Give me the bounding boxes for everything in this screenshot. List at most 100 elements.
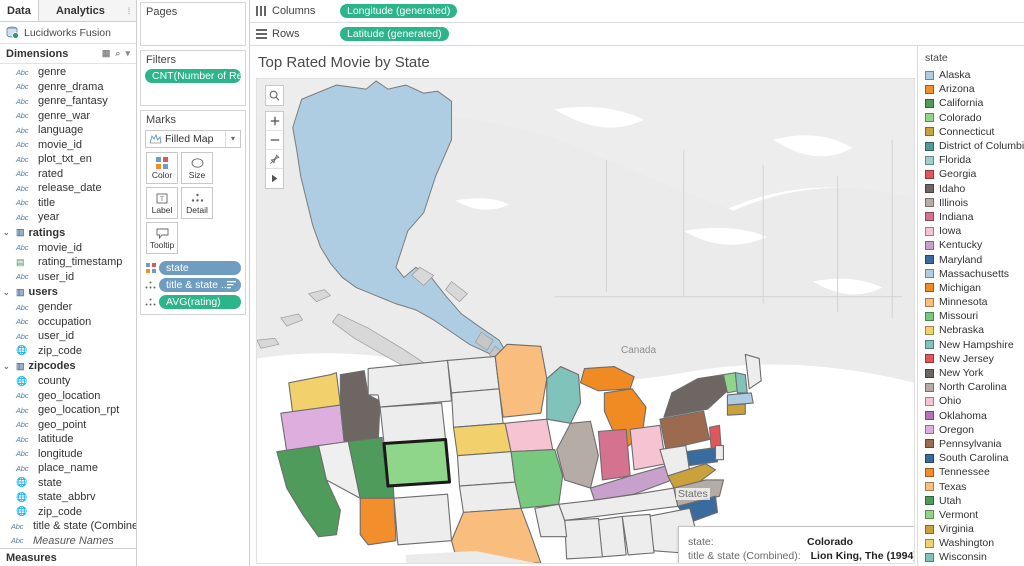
field-rating-timestamp[interactable]: ▤ rating_timestamp	[0, 255, 136, 270]
pin-icon[interactable]	[266, 150, 283, 169]
field-gender[interactable]: Abc gender	[0, 300, 136, 315]
color-button[interactable]: Color	[146, 152, 178, 184]
legend-item[interactable]: Tennessee	[918, 465, 1024, 479]
legend-item[interactable]: Georgia	[918, 167, 1024, 181]
label-button[interactable]: T Label	[146, 187, 178, 219]
legend-item[interactable]: Ohio	[918, 394, 1024, 408]
field-movie-id[interactable]: Abc movie_id	[0, 138, 136, 153]
legend-item[interactable]: Utah	[918, 494, 1024, 508]
legend-item[interactable]: Washington	[918, 536, 1024, 550]
size-button[interactable]: Size	[181, 152, 213, 184]
legend-item[interactable]: Oklahoma	[918, 409, 1024, 423]
chevron-down-icon[interactable]: ⌄	[3, 288, 12, 297]
field-zip-code[interactable]: 🌐 zip_code	[0, 505, 136, 520]
legend-item[interactable]: Connecticut	[918, 125, 1024, 139]
legend-item[interactable]: New Hampshire	[918, 338, 1024, 352]
expand-icon[interactable]	[266, 169, 283, 188]
field-state[interactable]: 🌐 state	[0, 476, 136, 491]
legend-item[interactable]: Indiana	[918, 210, 1024, 224]
columns-shelf[interactable]: Columns Longitude (generated)	[250, 0, 1024, 23]
legend-item[interactable]: Texas	[918, 479, 1024, 493]
marks-pill[interactable]: state	[159, 261, 241, 275]
detail-button[interactable]: Detail	[181, 187, 213, 219]
legend-item[interactable]: Idaho	[918, 182, 1024, 196]
marks-pill[interactable]: title & state ..	[159, 278, 241, 292]
legend-item[interactable]: New Jersey	[918, 352, 1024, 366]
legend-item[interactable]: Alaska	[918, 68, 1024, 82]
map-search-icon[interactable]	[266, 86, 283, 105]
legend-item[interactable]: Iowa	[918, 224, 1024, 238]
chevron-down-icon[interactable]: ⌄	[3, 228, 12, 237]
tooltip-button[interactable]: Tooltip	[146, 222, 178, 254]
field-zip-code[interactable]: 🌐 zip_code	[0, 344, 136, 359]
legend-item[interactable]: Florida	[918, 153, 1024, 167]
datasource-row[interactable]: Lucidworks Fusion	[0, 22, 136, 44]
legend-item[interactable]: Arizona	[918, 82, 1024, 96]
chevron-down-icon[interactable]: ⌄	[3, 362, 12, 371]
pill-longitude-generated[interactable]: Longitude (generated)	[340, 4, 458, 18]
legend-item[interactable]: Colorado	[918, 111, 1024, 125]
field-title[interactable]: Abc title	[0, 196, 136, 211]
tab-analytics[interactable]: Analytics	[39, 0, 122, 21]
field-language[interactable]: Abc language	[0, 123, 136, 138]
field-movie-id[interactable]: Abc movie_id	[0, 241, 136, 256]
field-genre-fantasy[interactable]: Abc genre_fantasy	[0, 94, 136, 109]
legend-item[interactable]: Nebraska	[918, 323, 1024, 337]
pane-options-icon[interactable]: ⁞	[122, 0, 136, 21]
field-title-state-combined-[interactable]: Abc title & state (Combined)	[0, 519, 136, 534]
field-place-name[interactable]: Abc place_name	[0, 461, 136, 476]
legend-item[interactable]: Oregon	[918, 423, 1024, 437]
field-group-zipcodes[interactable]: ⌄ ▥ zipcodes	[0, 358, 136, 374]
field-genre-war[interactable]: Abc genre_war	[0, 109, 136, 124]
legend-item[interactable]: Vermont	[918, 508, 1024, 522]
field-user-id[interactable]: Abc user_id	[0, 270, 136, 285]
legend-item[interactable]: Virginia	[918, 522, 1024, 536]
field-latitude[interactable]: Abc latitude	[0, 432, 136, 447]
legend-item[interactable]: North Carolina	[918, 380, 1024, 394]
grid-view-icon[interactable]: ▦	[102, 48, 111, 59]
field-state-abbrv[interactable]: 🌐 state_abbrv	[0, 490, 136, 505]
field-rated[interactable]: Abc rated	[0, 167, 136, 182]
field-plot-txt-en[interactable]: Abc plot_txt_en	[0, 152, 136, 167]
field-group-ratings[interactable]: ⌄ ▥ ratings	[0, 225, 136, 241]
marks-pill[interactable]: AVG(rating)	[159, 295, 241, 309]
legend-item[interactable]: Illinois	[918, 196, 1024, 210]
field-geo-point[interactable]: Abc geo_point	[0, 418, 136, 433]
legend-item[interactable]: South Carolina	[918, 451, 1024, 465]
field-genre-drama[interactable]: Abc genre_drama	[0, 80, 136, 95]
map-canvas[interactable]: Canada Mexico States	[256, 78, 915, 564]
legend-item[interactable]: District of Columbia	[918, 139, 1024, 153]
field-release-date[interactable]: Abc release_date	[0, 181, 136, 196]
legend-item[interactable]: Minnesota	[918, 295, 1024, 309]
field-measure-names[interactable]: Abc Measure Names	[0, 534, 136, 549]
mark-type-dropdown[interactable]: Filled Map ▾	[145, 130, 241, 148]
zoom-out-icon[interactable]	[266, 131, 283, 150]
legend-item[interactable]: New York	[918, 366, 1024, 380]
tab-data[interactable]: Data	[0, 0, 39, 21]
legend-item[interactable]: Kentucky	[918, 238, 1024, 252]
rows-shelf[interactable]: Rows Latitude (generated)	[250, 23, 1024, 46]
field-geo-location-rpt[interactable]: Abc geo_location_rpt	[0, 403, 136, 418]
field-user-id[interactable]: Abc user_id	[0, 329, 136, 344]
chevron-down-icon[interactable]: ▾	[125, 48, 130, 59]
search-icon[interactable]: ⌕	[115, 48, 120, 59]
sort-icon[interactable]	[227, 281, 236, 289]
legend-item[interactable]: Missouri	[918, 309, 1024, 323]
field-county[interactable]: 🌐 county	[0, 374, 136, 389]
zoom-in-icon[interactable]	[266, 112, 283, 131]
field-year[interactable]: Abc year	[0, 210, 136, 225]
legend-item[interactable]: Maryland	[918, 252, 1024, 266]
field-longitude[interactable]: Abc longitude	[0, 447, 136, 462]
legend-item[interactable]: Massachusetts	[918, 267, 1024, 281]
field-genre[interactable]: Abc genre	[0, 65, 136, 80]
field-group-users[interactable]: ⌄ ▥ users	[0, 284, 136, 300]
chevron-down-icon[interactable]: ▾	[225, 131, 240, 147]
pill-latitude-generated[interactable]: Latitude (generated)	[340, 27, 449, 41]
legend-item[interactable]: Pennsylvania	[918, 437, 1024, 451]
field-occupation[interactable]: Abc occupation	[0, 315, 136, 330]
legend-item[interactable]: California	[918, 96, 1024, 110]
field-geo-location[interactable]: Abc geo_location	[0, 389, 136, 404]
legend-item[interactable]: Michigan	[918, 281, 1024, 295]
legend-item[interactable]: Wisconsin	[918, 550, 1024, 564]
filter-pill-cnt-number-of-records[interactable]: CNT(Number of Reco..	[145, 69, 241, 83]
